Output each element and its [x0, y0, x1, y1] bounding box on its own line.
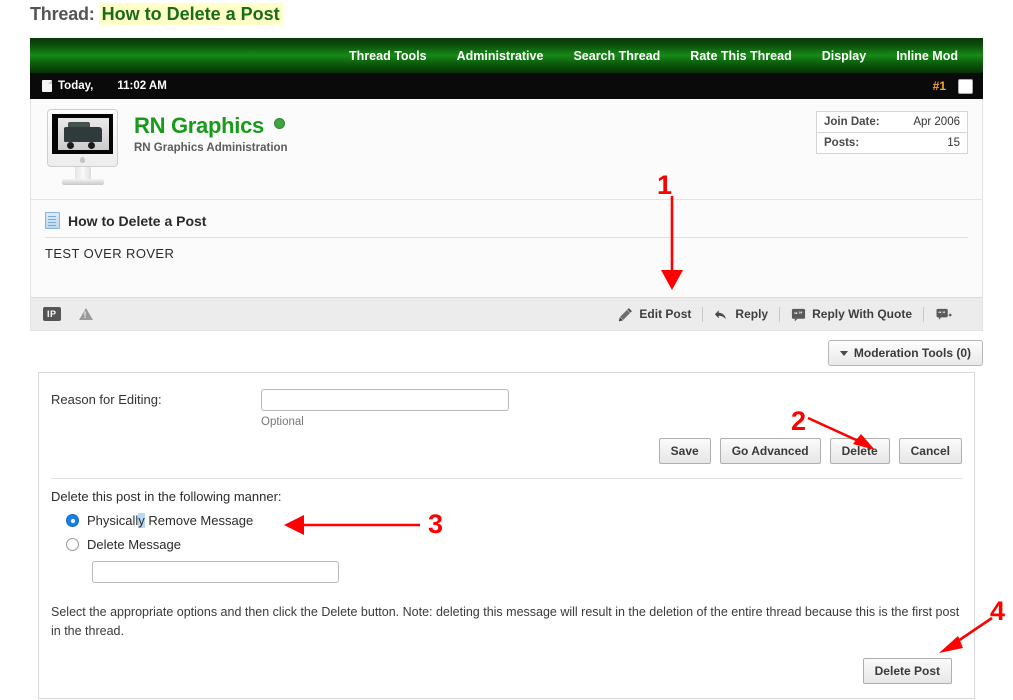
- warning-triangle-icon[interactable]: [79, 308, 93, 320]
- delete-post-button[interactable]: Delete Post: [863, 658, 952, 684]
- nav-thread-tools[interactable]: Thread Tools: [334, 39, 442, 73]
- ip-button[interactable]: IP: [43, 307, 61, 321]
- stat-posts-label: Posts:: [824, 137, 859, 149]
- multi-quote-button[interactable]: “ ”: [924, 307, 970, 322]
- avatar-screen: [52, 114, 113, 154]
- post-title: How to Delete a Post: [68, 213, 206, 229]
- stat-join-date: Join Date: Apr 2006: [817, 112, 967, 133]
- post-actions-bar: IP Edit Post: [31, 297, 982, 330]
- stat-join-date-label: Join Date:: [824, 116, 880, 128]
- reply-label: Reply: [735, 307, 768, 321]
- svg-text:”: ”: [942, 310, 945, 317]
- final-button-row: Delete Post: [39, 642, 974, 698]
- nav-search-thread[interactable]: Search Thread: [558, 39, 675, 73]
- post-meta-bar: Today, 11:02 AM #1: [30, 73, 983, 99]
- delete-note: Select the appropriate options and then …: [39, 589, 974, 642]
- cancel-button[interactable]: Cancel: [899, 438, 962, 464]
- post-user-row: RN Graphics RN Graphics Administration J…: [31, 99, 982, 200]
- thread-toolbar-items: Thread Tools Administrative Search Threa…: [334, 39, 973, 73]
- thread-label: Thread:: [30, 4, 95, 24]
- thread-toolbar: Thread Tools Administrative Search Threa…: [30, 38, 983, 73]
- avatar[interactable]: [45, 109, 120, 191]
- edit-post-button[interactable]: Edit Post: [607, 307, 702, 322]
- stat-join-date-value: Apr 2006: [913, 116, 960, 128]
- delete-reason-input[interactable]: [92, 561, 339, 583]
- page-title: Thread:How to Delete a Post: [30, 4, 283, 25]
- post-actions-left: IP: [43, 307, 93, 321]
- avatar-rover-photo: [58, 118, 109, 150]
- reason-for-editing-label: Reason for Editing:: [51, 389, 261, 407]
- rover-body-shape: [64, 127, 102, 142]
- post-content: TEST OVER ROVER: [31, 238, 982, 297]
- avatar-monitor-base: [62, 179, 104, 185]
- reply-arrow-icon: [714, 307, 729, 322]
- svg-text:”: ”: [799, 309, 803, 318]
- reply-with-quote-label: Reply With Quote: [812, 307, 912, 321]
- rover-wheel-rear: [88, 142, 95, 149]
- apple-logo-icon: [80, 157, 85, 163]
- option-physically-remove-message[interactable]: Physically Remove Message: [66, 513, 962, 528]
- optional-hint: Optional: [261, 416, 509, 428]
- new-post-icon: [42, 80, 52, 92]
- reply-button[interactable]: Reply: [703, 307, 779, 322]
- post-time: 11:02 AM: [117, 80, 166, 92]
- reason-for-editing-input[interactable]: [261, 389, 509, 411]
- rover-wheel-front: [67, 142, 74, 149]
- avatar-monitor-chin: [48, 153, 117, 166]
- post-timestamp: Today, 11:02 AM: [42, 80, 167, 92]
- radio-delete-message-label: Delete Message: [87, 537, 181, 552]
- stat-posts: Posts: 15: [817, 133, 967, 153]
- post-body: RN Graphics RN Graphics Administration J…: [30, 99, 983, 331]
- reason-field-wrap: Optional: [261, 389, 509, 428]
- post-select-checkbox[interactable]: [958, 79, 973, 94]
- option-delete-message[interactable]: Delete Message: [66, 537, 962, 552]
- post-document-icon: [45, 212, 60, 229]
- post-number[interactable]: #1: [933, 79, 946, 93]
- delete-options-section: Delete this post in the following manner…: [39, 479, 974, 589]
- post-meta-right: #1: [933, 79, 973, 94]
- edit-delete-panel: Reason for Editing: Optional Save Go Adv…: [38, 372, 975, 699]
- post-date: Today,: [58, 80, 93, 92]
- post-actions-right: Edit Post Reply: [607, 307, 970, 322]
- nav-administrative[interactable]: Administrative: [442, 39, 559, 73]
- save-button[interactable]: Save: [659, 438, 711, 464]
- nav-display[interactable]: Display: [807, 39, 881, 73]
- radio-physically-remove[interactable]: [66, 514, 79, 527]
- delete-options-heading: Delete this post in the following manner…: [51, 489, 962, 504]
- moderation-tools-button[interactable]: Moderation Tools (0): [828, 340, 983, 366]
- online-status-icon: [274, 118, 285, 129]
- svg-text:“: “: [794, 309, 798, 318]
- chevron-down-icon: [840, 351, 848, 356]
- reply-with-quote-button[interactable]: “ ” Reply With Quote: [780, 307, 923, 322]
- multi-quote-icon: “ ”: [935, 307, 953, 322]
- avatar-monitor: [47, 109, 118, 167]
- pencil-icon: [618, 307, 633, 322]
- delete-button[interactable]: Delete: [830, 438, 890, 464]
- stat-posts-value: 15: [947, 137, 960, 149]
- screenshot-root: Thread:How to Delete a Post Thread Tools…: [0, 0, 1013, 700]
- nav-inline-mod[interactable]: Inline Mod: [881, 39, 973, 73]
- post-title-row: How to Delete a Post: [31, 200, 982, 237]
- reason-for-editing-row: Reason for Editing: Optional: [39, 373, 974, 432]
- go-advanced-button[interactable]: Go Advanced: [720, 438, 821, 464]
- radio-delete-message[interactable]: [66, 538, 79, 551]
- post-block: Thread Tools Administrative Search Threa…: [30, 38, 983, 331]
- thread-title-value: How to Delete a Post: [99, 3, 283, 25]
- user-stats-box: Join Date: Apr 2006 Posts: 15: [816, 111, 968, 154]
- nav-rate-this-thread[interactable]: Rate This Thread: [675, 39, 806, 73]
- annotation-number-4: 4: [990, 598, 1005, 625]
- edit-post-label: Edit Post: [639, 307, 691, 321]
- radio-physically-remove-label: Physically Remove Message: [87, 513, 253, 528]
- moderation-tools-label: Moderation Tools (0): [854, 346, 971, 360]
- edit-panel-button-row: Save Go Advanced Delete Cancel: [39, 432, 974, 478]
- username[interactable]: RN Graphics: [134, 113, 264, 139]
- quote-bubble-icon: “ ”: [791, 307, 806, 322]
